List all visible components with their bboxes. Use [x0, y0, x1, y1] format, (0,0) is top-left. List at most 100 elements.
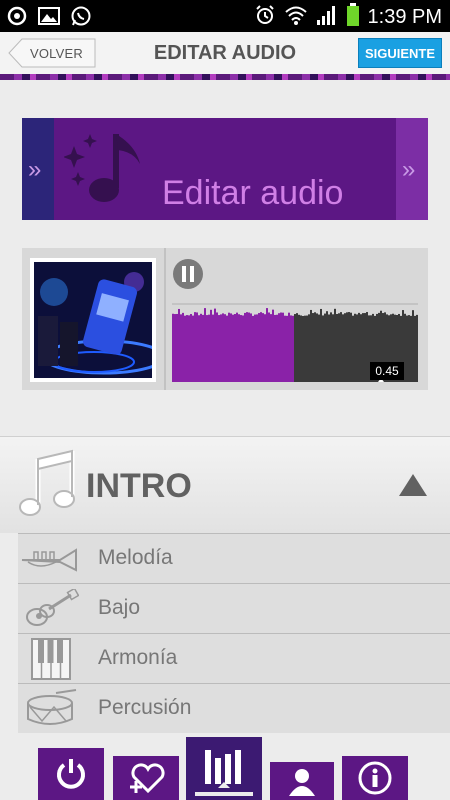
banner-right-arrow[interactable]: » — [396, 118, 428, 220]
waveform-played-bar — [250, 313, 252, 382]
track-item-percusion[interactable]: Percusión — [18, 683, 450, 733]
track-item-armonia[interactable]: Armonía — [18, 633, 450, 683]
waveform-played-bar — [276, 314, 278, 382]
waveform-remaining-bar — [354, 313, 356, 382]
waveform-played-bar — [226, 315, 228, 382]
waveform-played-bar — [280, 312, 282, 382]
nav-profile-button[interactable] — [270, 762, 334, 800]
waveform-played-bar — [240, 315, 242, 382]
waveform-played-bar — [202, 314, 204, 382]
waveform-played-bar — [176, 313, 178, 382]
waveform-played-bar — [244, 312, 246, 382]
info-icon — [358, 761, 392, 795]
piano-icon — [18, 634, 84, 684]
waveform-played-bar — [260, 312, 262, 382]
waveform-remaining-bar — [304, 315, 306, 382]
track-label-melodia: Melodía — [98, 546, 173, 569]
waveform-played-bar — [236, 312, 238, 382]
add-favorite-icon — [130, 763, 165, 794]
waveform-played-bar — [262, 313, 264, 382]
chevron-right-icon: » — [402, 156, 416, 183]
nav-mixer-button[interactable] — [186, 737, 262, 800]
waveform-played-bar — [210, 309, 212, 382]
waveform-played-bar — [288, 312, 290, 382]
intro-section-header[interactable]: INTRO — [0, 437, 450, 533]
waveform-played-bar — [208, 314, 210, 382]
chevron-left-icon: » — [28, 156, 42, 183]
banner-title: Editar audio — [162, 174, 344, 212]
waveform-remaining-bar — [322, 315, 324, 382]
waveform-played-bar — [200, 313, 202, 382]
waveform-played-bar — [192, 315, 194, 382]
waveform-played-bar — [180, 314, 182, 382]
waveform-remaining-bar — [330, 312, 332, 382]
edit-audio-banner: » Editar audio » — [22, 118, 428, 220]
track-item-bajo[interactable]: Bajo — [18, 583, 450, 633]
waveform-played-bar — [228, 312, 230, 382]
waveform-remaining-bar — [414, 315, 416, 382]
waveform-played-bar — [254, 314, 256, 382]
trumpet-icon — [18, 534, 84, 584]
nav-power-button[interactable] — [38, 748, 104, 800]
waveform-played-bar — [248, 312, 250, 382]
waveform-remaining-bar — [366, 312, 368, 382]
waveform-played-bar — [198, 315, 200, 382]
album-art-image — [34, 262, 152, 378]
waveform-remaining-bar — [314, 312, 316, 382]
guitar-icon — [18, 584, 84, 634]
whatsapp-icon — [70, 5, 92, 27]
power-icon — [57, 759, 85, 789]
next-button[interactable]: SIGUIENTE — [358, 38, 442, 68]
track-item-melodia[interactable]: Melodía — [18, 533, 450, 583]
waveform-played-bar — [212, 314, 214, 382]
waveform-played-bar — [224, 314, 226, 382]
waveform-remaining-bar — [362, 313, 364, 382]
waveform-remaining-bar — [318, 314, 320, 382]
waveform-played-bar — [246, 312, 248, 382]
waveform-remaining-bar — [312, 313, 314, 382]
track-label-bajo: Bajo — [98, 596, 141, 619]
waveform-played-bar — [268, 312, 270, 382]
waveform-played-bar — [190, 314, 192, 382]
collapse-triangle-icon[interactable] — [398, 473, 428, 502]
section-title: INTRO — [86, 467, 192, 505]
nav-add-favorite-button[interactable] — [113, 756, 179, 800]
waveform-remaining-bar — [334, 308, 336, 382]
waveform-played-bar — [196, 312, 198, 382]
waveform-played-bar — [206, 315, 208, 382]
waveform-played-bar — [282, 312, 284, 382]
waveform-remaining-bar — [316, 313, 318, 382]
waveform-remaining-bar — [360, 314, 362, 382]
waveform-remaining-bar — [306, 315, 308, 382]
nav-info-button[interactable] — [342, 756, 408, 800]
waveform-remaining-bar — [352, 315, 354, 382]
waveform-remaining-bar — [328, 314, 330, 382]
pause-button[interactable] — [172, 258, 204, 290]
waveform-played-bar — [214, 308, 216, 382]
waveform-played-bar — [220, 314, 222, 382]
waveform-remaining-bar — [364, 313, 366, 382]
battery-icon — [346, 3, 360, 32]
waveform-remaining-bar — [412, 310, 414, 382]
waveform-remaining-bar — [340, 312, 342, 382]
waveform-played-bar — [266, 308, 268, 382]
waveform-played-bar — [216, 312, 218, 382]
waveform-played-bar — [278, 313, 280, 382]
signal-icon — [316, 4, 338, 31]
waveform-remaining-bar — [302, 315, 304, 382]
alarm-icon — [254, 4, 276, 31]
waveform-remaining-bar — [348, 312, 350, 382]
music-note-icon — [63, 128, 154, 217]
track-label-percusion: Percusión — [98, 696, 192, 719]
mixer-icon — [195, 749, 253, 796]
waveform-played-bar — [184, 315, 186, 382]
waveform-played-bar — [258, 313, 260, 382]
profile-icon — [289, 769, 315, 796]
waveform-remaining-bar — [350, 312, 352, 382]
status-bar: 1:39 PM — [0, 0, 450, 32]
elapsed-time: 0.45 — [370, 362, 404, 380]
banner-left-arrow[interactable]: » — [22, 118, 54, 220]
wifi-icon — [284, 4, 308, 31]
waveform-remaining-bar — [342, 314, 344, 382]
waveform-remaining-bar — [416, 314, 418, 382]
